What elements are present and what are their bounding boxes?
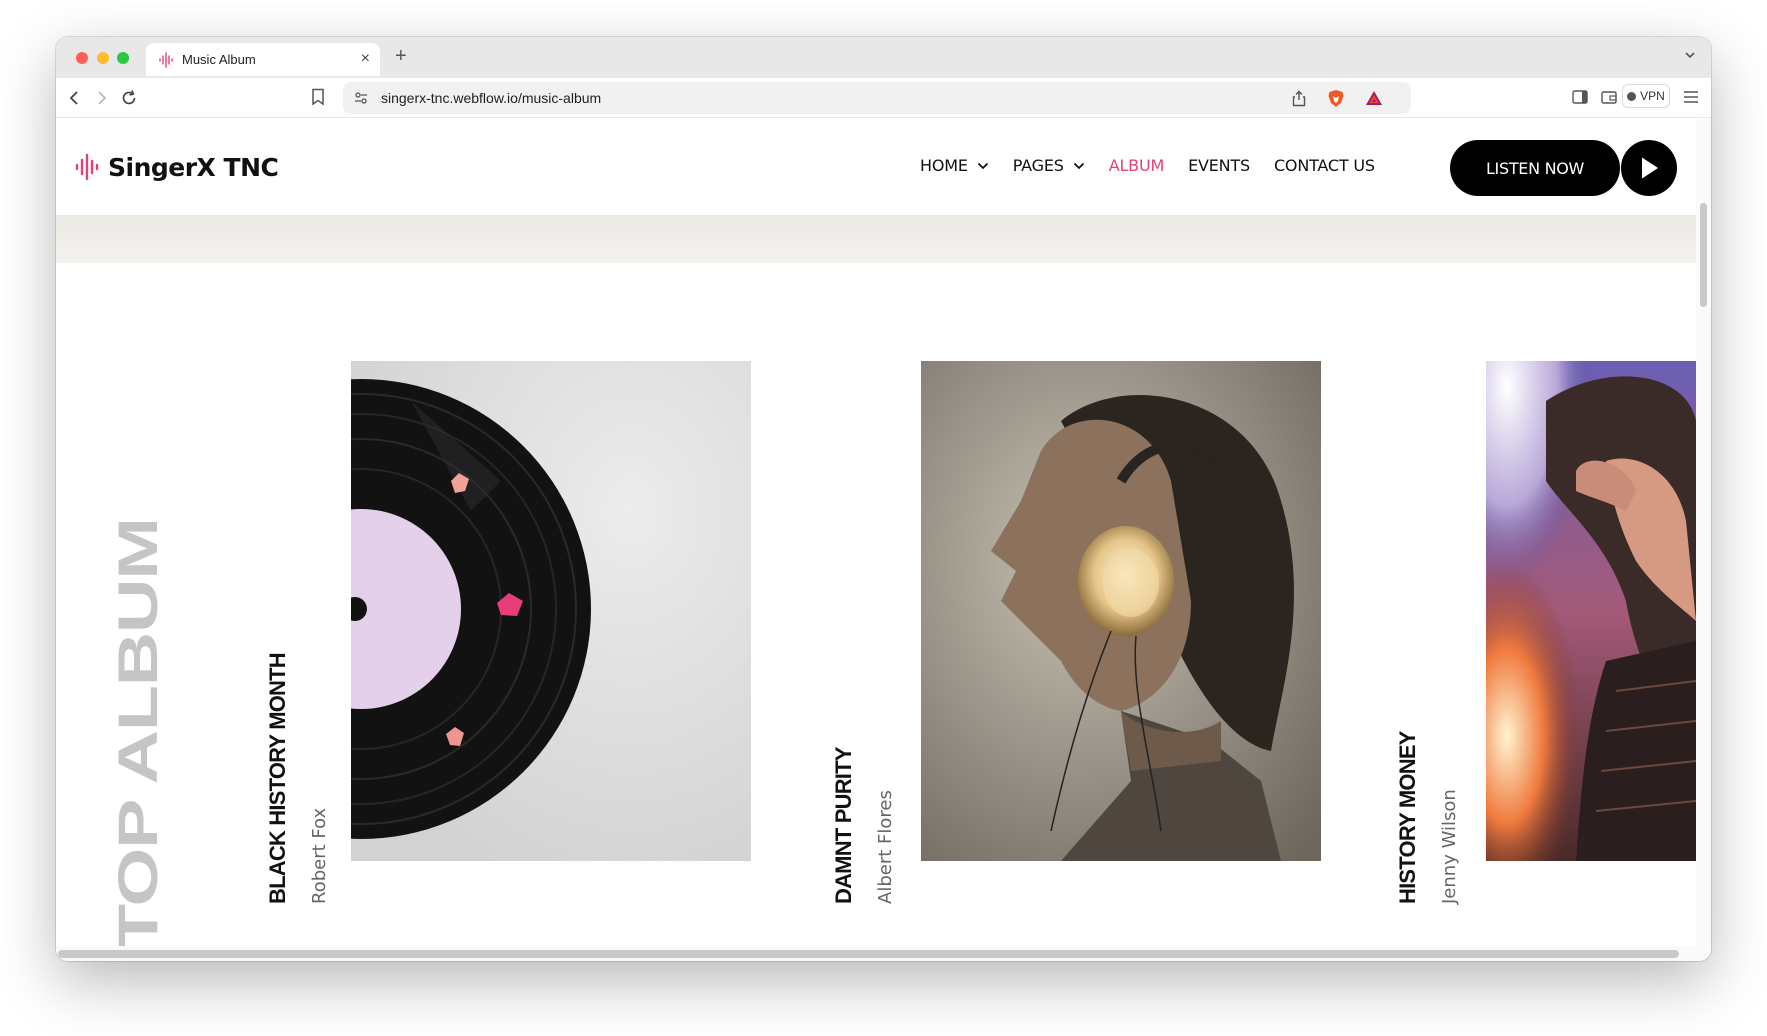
album-title: DAMNT PURITY (829, 739, 859, 904)
minimize-window-button[interactable] (97, 52, 109, 64)
artist-name: Jenny Wilson (1439, 789, 1460, 904)
url-text: singerx-tnc.webflow.io/music-album (381, 90, 602, 106)
vertical-scrollbar-thumb[interactable] (1700, 203, 1707, 307)
nav-item-home[interactable]: HOME (920, 156, 989, 175)
nav-item-contact-us[interactable]: CONTACT US (1274, 156, 1375, 175)
logo-text: SingerX TNC (108, 152, 279, 182)
nav-label: EVENTS (1188, 156, 1250, 175)
vpn-button[interactable]: VPN (1622, 84, 1670, 108)
listen-now-button[interactable]: LISTEN NOW (1450, 140, 1620, 196)
close-window-button[interactable] (76, 52, 88, 64)
album-cover-headphones[interactable] (921, 361, 1321, 861)
woman-headphones-photo (921, 361, 1321, 861)
new-tab-button[interactable]: + (395, 45, 407, 68)
forward-icon[interactable] (90, 87, 112, 109)
vertical-scrollbar[interactable] (1696, 119, 1711, 961)
page-viewport: SingerX TNC HOME PAGES ALBUM EVENTS CONT… (56, 119, 1696, 961)
nav-label: HOME (920, 156, 968, 175)
browser-window: Music Album × + singerx-tnc.webflow.io/m… (56, 37, 1711, 961)
album-artist: Jenny Wilson (1436, 744, 1464, 904)
vinyl-record-icon (351, 361, 751, 861)
vpn-status-icon (1627, 91, 1637, 101)
vpn-label: VPN (1640, 89, 1665, 103)
sidebar-icon[interactable] (1572, 90, 1588, 104)
hero-banner-bottom (56, 215, 1696, 263)
main-nav: HOME PAGES ALBUM EVENTS CONTACT US (920, 156, 1399, 175)
soundwave-icon (159, 52, 173, 68)
artist-name: Robert Fox (309, 807, 330, 904)
album-cover-stage[interactable] (1486, 361, 1696, 861)
chevron-down-icon (1073, 162, 1084, 169)
section-title-text: TOP ALBUM (106, 518, 169, 950)
album-name: HISTORY MONEY (1395, 731, 1420, 904)
wallet-icon[interactable] (1601, 90, 1617, 104)
chevron-down-icon (977, 162, 988, 169)
album-title: HISTORY MONEY (1393, 731, 1423, 904)
album-cover-vinyl[interactable] (351, 361, 751, 861)
nav-label: CONTACT US (1273, 156, 1375, 175)
nav-item-album[interactable]: ALBUM (1108, 156, 1165, 175)
horizontal-scrollbar-thumb[interactable] (58, 950, 1679, 958)
nav-item-pages[interactable]: PAGES (1013, 156, 1085, 175)
maximize-window-button[interactable] (117, 52, 129, 64)
address-bar[interactable]: singerx-tnc.webflow.io/music-album (343, 82, 1411, 114)
play-icon (1642, 157, 1658, 179)
nav-item-events[interactable]: EVENTS (1188, 156, 1250, 175)
soundwave-logo-icon (75, 153, 99, 181)
tab-bar: Music Album × + (56, 37, 1711, 78)
hamburger-menu-icon[interactable] (1683, 90, 1699, 104)
section-title: TOP ALBUM (106, 518, 169, 950)
share-icon[interactable] (1291, 90, 1307, 107)
browser-toolbar: singerx-tnc.webflow.io/music-album VPN (56, 78, 1711, 118)
woman-stage-light-photo (1486, 361, 1696, 861)
play-button[interactable] (1621, 140, 1677, 196)
horizontal-scrollbar[interactable] (56, 946, 1696, 961)
brave-shields-icon[interactable] (1327, 89, 1345, 108)
site-settings-icon[interactable] (353, 90, 369, 106)
album-artist: Albert Flores (872, 747, 900, 904)
tab-music-album[interactable]: Music Album × (146, 43, 380, 76)
album-artist: Robert Fox (306, 769, 334, 904)
site-header: SingerX TNC HOME PAGES ALBUM EVENTS CONT… (56, 119, 1696, 215)
tab-list-chevron-icon[interactable] (1683, 48, 1697, 62)
rewards-triangle-icon[interactable] (1365, 90, 1383, 106)
reload-icon[interactable] (118, 87, 140, 109)
back-icon[interactable] (64, 87, 86, 109)
nav-label: ALBUM (1108, 156, 1165, 175)
artist-name: Albert Flores (875, 790, 896, 904)
tab-close-icon[interactable]: × (361, 50, 370, 68)
bookmark-icon[interactable] (311, 88, 325, 106)
tab-title: Music Album (182, 52, 256, 67)
nav-label: PAGES (1012, 156, 1064, 175)
album-title: BLACK HISTORY MONTH (263, 653, 293, 904)
album-name: DAMNT PURITY (831, 747, 856, 904)
album-name: BLACK HISTORY MONTH (265, 653, 290, 904)
site-logo[interactable]: SingerX TNC (74, 152, 279, 182)
